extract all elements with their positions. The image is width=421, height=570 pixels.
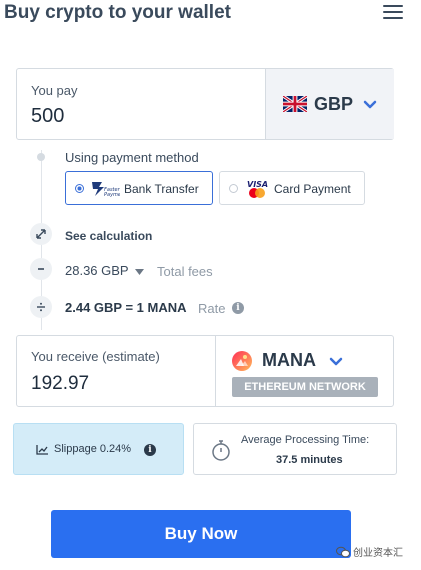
slippage-panel: Slippage 0.24% i (13, 423, 184, 475)
network-badge: ETHEREUM NETWORK (232, 377, 378, 397)
receive-label: You receive (estimate) (31, 349, 160, 364)
divide-icon (30, 296, 52, 318)
chevron-down-icon (363, 100, 377, 109)
pay-currency-selector[interactable]: GBP (265, 69, 394, 139)
watermark-text: 创业资本汇 (353, 548, 403, 559)
radio-unselected-icon (229, 184, 238, 193)
chart-line-icon (36, 445, 48, 455)
caret-down-icon (135, 268, 144, 275)
processing-time-label: Average Processing Time: (241, 434, 370, 446)
slippage-info-icon[interactable]: i (144, 444, 156, 456)
timeline-dot (37, 153, 45, 161)
radio-selected-icon (75, 184, 84, 193)
crypto-currency-label: MANA (262, 350, 316, 370)
total-fees-amount[interactable]: 28.36 GBP (65, 263, 144, 278)
chevron-down-icon (329, 357, 343, 366)
pay-label: You pay (31, 83, 78, 98)
crypto-selector[interactable]: MANA ETHEREUM NETWORK (215, 336, 394, 406)
pay-amount-input[interactable]: 500 (31, 105, 64, 128)
svg-text:Payments: Payments (104, 192, 120, 198)
pay-input-group: You pay 500 GBP (16, 68, 394, 140)
pay-currency-label: GBP (314, 94, 354, 114)
svg-text:VISA: VISA (247, 180, 268, 189)
card-payment-label: Card Payment (274, 182, 351, 196)
stopwatch-icon (212, 440, 230, 461)
processing-time-panel: Average Processing Time: 37.5 minutes (193, 423, 397, 475)
see-calculation-link[interactable]: See calculation (65, 229, 152, 243)
slippage-label: Slippage 0.24% (54, 443, 132, 455)
buy-now-button[interactable]: Buy Now (51, 510, 351, 558)
minus-icon (30, 258, 52, 280)
info-icon[interactable]: i (232, 302, 244, 314)
uk-flag-icon (283, 96, 307, 112)
expand-arrows-icon (30, 223, 52, 245)
payment-method-label: Using payment method (65, 150, 199, 165)
total-fees-label: Total fees (157, 264, 213, 279)
mana-logo-icon (232, 351, 252, 371)
hamburger-menu-icon[interactable] (383, 5, 403, 21)
fee-value: 28.36 GBP (65, 263, 129, 278)
chat-bubble-icon (336, 546, 350, 557)
exchange-rate-value: 2.44 GBP = 1 MANA (65, 300, 187, 315)
header: Buy crypto to your wallet (0, 0, 421, 28)
card-payment-option[interactable]: VISA Card Payment (219, 171, 365, 205)
receive-amount: 192.97 (31, 373, 90, 394)
visa-mastercard-icon: VISA (247, 180, 268, 198)
watermark: 创业资本汇 (336, 544, 403, 559)
processing-time-value: 37.5 minutes (276, 454, 343, 466)
faster-payments-icon: Faster Payments (92, 182, 120, 198)
rate-label: Rate (198, 301, 226, 316)
receive-group: You receive (estimate) 192.97 MANA ETHER… (16, 335, 394, 407)
bank-transfer-label: Bank Transfer (124, 182, 199, 196)
page-title: Buy crypto to your wallet (4, 2, 231, 23)
bank-transfer-option[interactable]: Faster Payments Bank Transfer (65, 171, 213, 205)
